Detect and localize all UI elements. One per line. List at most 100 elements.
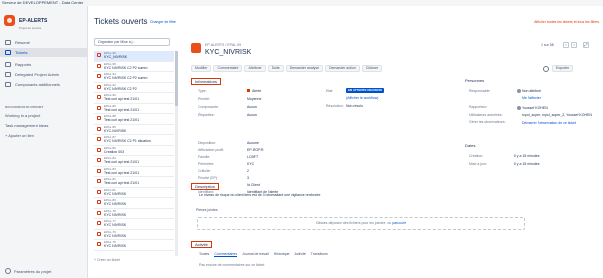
sidebar-item-components[interactable]: Composants additionnels [0,80,88,89]
alert-type-icon [97,126,101,131]
status-label: Etat: [326,89,334,93]
ticket-summary: Test curl api test 21/01 [104,118,140,122]
ticket-list-item[interactable]: EPAL-81 Test curl api test 21/01 [94,177,174,188]
ticket-list-item[interactable]: EPAL-90 Test curl api test 21/01 [94,93,174,104]
informations-section-header[interactable]: Informations [191,78,222,85]
components-icon [5,82,11,87]
view-workflow-link[interactable]: (Afficher le workflow) [346,96,378,100]
field-label: Périmètre: [198,162,215,166]
more-button[interactable]: Suite [267,65,284,72]
shortcut-link[interactable]: Task management ideas [5,123,48,128]
tab-worklog[interactable]: Journal de travail [242,252,269,257]
tab-transitions[interactable]: Transitions [311,252,328,257]
project-settings-link[interactable]: Paramètres du projet [5,268,51,274]
ticket-list-item[interactable]: EPAL-88 Test curl api test 21/01 [94,114,174,125]
queue-title: Tickets ouverts [94,17,148,26]
add-link[interactable]: + Ajouter un lien [5,133,34,138]
field-label: Type: [198,89,207,93]
field-value-priority: Moyenne [247,97,262,101]
shortcut-link[interactable]: Working in a project [5,113,40,118]
ticket-list-item[interactable]: EPAL-76 KYC NIVRISK [94,230,174,240]
field-label: Composants: [198,105,219,109]
alert-type-icon [97,53,101,57]
summary-icon [5,40,11,45]
sidebar-item-reports[interactable]: Rapports [0,60,88,69]
request-action-button[interactable]: Demander action [325,65,360,72]
ticket-list-item[interactable]: EPAL-77 KYC NIVRISK [94,219,174,230]
field-value-affectation: EP-ROP.R [247,148,264,152]
sidebar-item-delegated-admin[interactable]: Delegated Project Admin [0,70,88,79]
reporter-label: Rapporteur: [469,105,488,109]
description-section-header[interactable]: Description [191,183,220,190]
request-analysis-button[interactable]: Demander analyse [285,65,324,72]
create-ticket-link[interactable]: + Créer un ticket [94,258,120,262]
breadcrumb[interactable]: EP-ALERTS / EPAL-99 [205,43,241,47]
ticket-list-item[interactable]: EPAL-75 KYC NIVRISK [94,240,174,251]
ticket-summary: KYC NIVRISK [104,244,127,248]
ticket-list-item[interactable]: EPAL-89 Test curl api test 21/01 [94,104,174,114]
issue-title: KYC_NIVRISK [205,49,252,56]
tab-all[interactable]: Toutes [199,252,209,257]
project-subtitle: Projet de service [19,26,42,30]
sidebar-item-summary[interactable]: Résumé [0,38,88,47]
reports-icon [5,62,11,67]
previous-issue-button[interactable]: ‹ [563,42,569,48]
avatar [517,106,521,110]
show-all-tickets-link[interactable]: Afficher toutes les tickets et tous les … [534,20,599,24]
ticket-list-item[interactable]: EPAL-98 KYC NIVRISK C2 P2 summ [94,62,174,72]
next-issue-button[interactable]: › [571,42,577,48]
shortcuts-title: RACCOURCIS DU PROJET [5,105,44,109]
ticket-list-item[interactable]: EPAL-80 KYC NIVRISK [94,198,174,209]
ticket-list-item[interactable]: EPAL-84 Test curl api test 21/01 [94,156,174,167]
browse-link[interactable]: parcourir [392,221,406,225]
reporter-value: Youssef KOHEN [522,106,548,110]
created-label: Création: [469,154,484,158]
field-label: Identifiant: [198,190,215,194]
ticket-list-item[interactable]: EPAL-87 KYC NIVRISK C2 P1 situation [94,135,174,146]
field-value-criticite: 2 [247,169,249,173]
activity-section-header[interactable]: Activité [191,241,212,248]
field-value-id-client: Id Client [247,183,260,187]
ticket-list-item[interactable]: EPAL-81 KYC NIVRISK [94,188,174,198]
list-scrollbar-thumb[interactable] [175,51,178,106]
tab-comments[interactable]: Commentaires [214,252,238,257]
attachment-dropzone[interactable]: Glissez-déposez des fichiers pour les jo… [197,217,525,230]
comment-button[interactable]: Commentaire [213,65,243,72]
assign-button[interactable]: Attribuer [244,65,266,72]
change-filter-link[interactable]: Changer de filtre [150,20,176,24]
ticket-list-item[interactable]: EPAL-86 KYC-NIVRISK [94,125,174,135]
ticket-summary: Test curl api test 21/01 [104,107,140,112]
ticket-summary: KYC_NIVRISK [104,55,128,59]
admin-icon [5,72,11,77]
gear-icon [5,268,11,274]
edit-button[interactable]: Modifier [191,65,212,72]
export-button[interactable]: Exporter [552,65,574,72]
tab-activity[interactable]: Activité [295,252,306,257]
project-header[interactable]: EP-ALERTS [4,15,47,26]
assignee-value: Non attribué [522,89,542,93]
dates-header[interactable]: Dates [465,143,475,148]
close-ticket-button[interactable]: Clôturer [361,65,383,72]
bell-icon[interactable] [543,65,549,72]
ticket-list-item[interactable]: EPAL-78 KYC NIVRISK [94,209,174,219]
ticket-list-item[interactable]: EPAL-86 Creation 003 [94,146,174,156]
start-watching-link[interactable]: Démarrer l'observation de ce ticket [522,121,576,125]
project-sidebar: EP-ALERTS Projet de service Résumé Ticke… [0,6,88,278]
tab-history[interactable]: Historique [274,252,290,257]
field-value-disposition: Aucune [247,141,259,145]
resolution-label: Résolution: [326,104,344,108]
ticket-summary: KYC NIVRISK C2 P2 summ [104,65,148,70]
assign-to-me-link[interactable]: Me l'affecter [522,96,541,100]
people-header[interactable]: Personnes [465,78,484,83]
sidebar-item-tickets[interactable]: Tickets [0,48,88,57]
ticket-list-item[interactable]: EPAL-94 KYC NIVRISK C2 P2 summ [94,72,174,83]
ticket-list-item[interactable]: EPAL-83 Test curl api test 21/01 [94,167,174,177]
avatar [517,89,521,93]
ticket-list-item[interactable]: EPAL-92 KYC NIVRISK C2 P2 [94,83,174,93]
collapse-icon[interactable]: ⤢ [583,42,589,48]
updated-label: Mise à jour: [469,162,488,166]
ticket-list-item[interactable]: EPAL-99 KYC_NIVRISK [94,51,174,62]
ticket-summary: KYC NIVRISK [104,202,127,206]
alert-type-icon [97,63,101,68]
order-by-select[interactable]: Organiser par Mise à j... [94,38,170,46]
